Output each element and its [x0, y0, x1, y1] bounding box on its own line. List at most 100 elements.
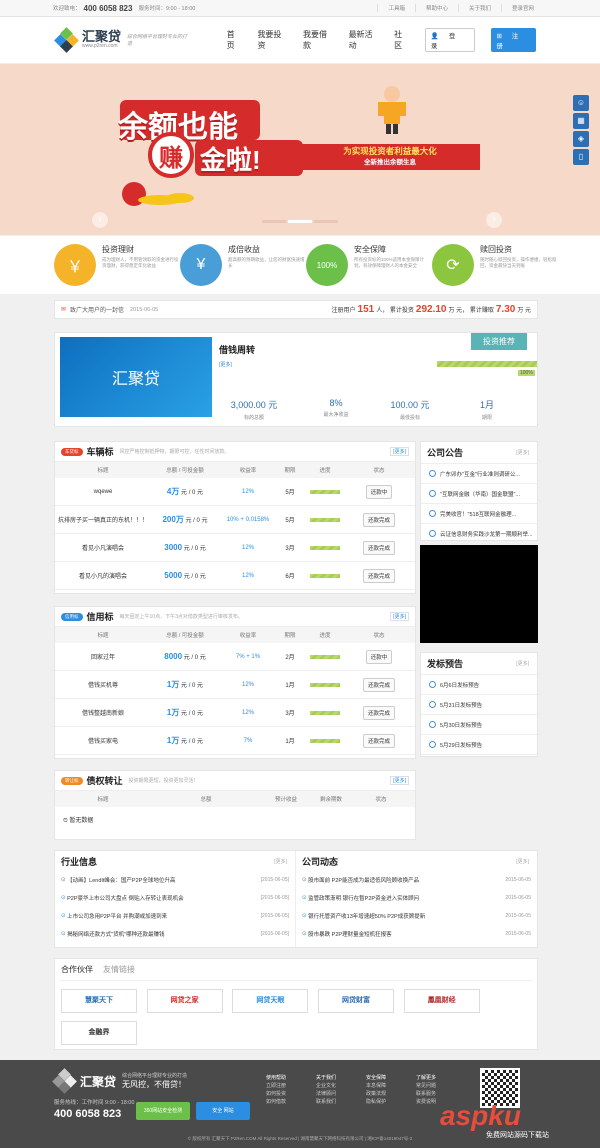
status-button[interactable]: 还款完成: [362, 677, 395, 692]
footer-link[interactable]: 常见问题: [416, 1083, 436, 1089]
partner-logo[interactable]: 网贷之家: [146, 989, 223, 1013]
link-help[interactable]: 帮助中心: [414, 4, 458, 12]
status-button[interactable]: 还款完成: [362, 540, 395, 555]
news-item[interactable]: ⊙ 股市面前 P2P能否成为最适低风险顾收换产品 2015-06-05: [296, 871, 537, 889]
video-player[interactable]: [420, 545, 538, 643]
security-badge-safe[interactable]: 安全 网站: [196, 1102, 250, 1120]
list-item[interactable]: 5月31日发标预告: [421, 695, 537, 715]
partner-logo[interactable]: 慧聚天下: [61, 989, 137, 1013]
credit-more-link[interactable]: [更多]: [390, 612, 409, 621]
link-toolbox[interactable]: 工具箱: [377, 4, 415, 12]
news-item[interactable]: ⊙ 【动画】LendIt峰会：国产P2P全球地位升高 [2015-06-05]: [55, 871, 295, 889]
loan-title[interactable]: 回家过年: [55, 652, 151, 661]
footer-link[interactable]: 法律顾问: [316, 1091, 336, 1097]
car-more-link[interactable]: [更多]: [390, 447, 409, 456]
footer-link[interactable]: 联系我们: [316, 1099, 336, 1105]
tab-links[interactable]: 友情链接: [103, 964, 135, 975]
banner-dot[interactable]: [314, 220, 338, 223]
loan-title[interactable]: 看见小凡的演唱会: [55, 571, 151, 580]
nav-events[interactable]: 最新活动: [349, 29, 379, 51]
table-row[interactable]: wqewe 4万 元 / 0 元 12% 5月 还款中: [55, 478, 415, 506]
table-row[interactable]: 借钱买机尊 1万 元 / 0 元 12% 1月 还款完成: [55, 671, 415, 699]
footer-link[interactable]: 联系服务: [416, 1091, 436, 1097]
banner-dot[interactable]: [262, 220, 286, 223]
news-text[interactable]: 上市公司急用P2P平台 并购潮或加速到来: [67, 912, 167, 920]
partner-logo[interactable]: 金融界: [61, 1021, 137, 1045]
list-item[interactable]: 5月29日发标预告: [421, 735, 537, 755]
logo[interactable]: 汇聚贷 www.p2ren.com 综合网络平台理财专业的打造: [54, 27, 209, 53]
partner-logo[interactable]: 网贷天眼: [232, 989, 309, 1013]
login-button[interactable]: 👤 登 录: [424, 28, 475, 52]
feature-returns[interactable]: ¥ 成倍收益 超高额的预期收益，让您的财富快速增长: [180, 236, 306, 294]
news-item[interactable]: ⊙ 揭秘网络还款方式"货机"哪种还款最赚钱 [2015-06-05]: [55, 925, 295, 943]
loan-title[interactable]: 看见小凡演唱会: [55, 543, 151, 552]
featured-product[interactable]: 汇聚贷 借钱周转 [更多] 投资推荐 100% 3,000.00 元标的总额 8…: [54, 332, 538, 427]
bookmark-icon[interactable]: ◈: [573, 131, 589, 147]
feature-invest[interactable]: ￥ 投资理财 成为理财人，不用管领取的资金进行投资理财，获得稳定年化收益: [54, 236, 180, 294]
list-item[interactable]: 6月6日发标预告: [421, 675, 537, 695]
transfer-more-link[interactable]: [更多]: [390, 776, 409, 785]
release-more-link[interactable]: [更多]: [514, 660, 531, 667]
calculator-icon[interactable]: ▦: [573, 113, 589, 129]
status-button[interactable]: 还款完成: [362, 512, 395, 527]
news-text[interactable]: 【动画】LendIt峰会：国产P2P全球地位升高: [67, 876, 175, 884]
mobile-icon[interactable]: ▯: [573, 149, 589, 165]
footer-link[interactable]: 如何投资: [266, 1091, 286, 1097]
nav-community[interactable]: 社区: [394, 29, 409, 51]
list-item[interactable]: 完美收官！"518互联网金融理...: [421, 504, 537, 524]
table-row[interactable]: 借钱买家电 1万 元 / 0 元 7% 1月 还款完成: [55, 727, 415, 755]
footer-link[interactable]: 企业文化: [316, 1083, 336, 1089]
news-item[interactable]: ⊙ P2P豪华上市公司大盘点 倒贴入存转让表现机会 [2015-06-05]: [55, 889, 295, 907]
status-button[interactable]: 还款完成: [362, 705, 395, 720]
loan-title[interactable]: 借钱整越南新娘: [55, 708, 151, 717]
status-button[interactable]: 还款中: [365, 484, 393, 499]
list-item[interactable]: 云证信息财务实践沙龙第一期顺利举...: [421, 524, 537, 544]
banner-dot-active[interactable]: [288, 220, 312, 223]
partner-logo[interactable]: 网贷财富: [318, 989, 395, 1013]
news-text[interactable]: 银行托管资产收13年增速超50% P2P成获顾提新: [308, 912, 425, 920]
loan-title[interactable]: wqewe: [55, 489, 151, 495]
banner-dots[interactable]: [262, 220, 338, 223]
feature-security[interactable]: 100% 安全保障 所有投资标的100%适用本金保障计划，有效保障理财人的本金安全: [306, 236, 432, 294]
product-image[interactable]: 汇聚贷: [60, 337, 212, 417]
news-text[interactable]: 股市暴跌 P2P理财量金短机狂报客: [308, 930, 391, 938]
table-row[interactable]: 回家过年 8000 元 / 0 元 7% + 1% 2月 还款中: [55, 643, 415, 671]
news-item[interactable]: ⊙ 银行托管资产收13年增速超50% P2P成获顾提新 2015-06-05: [296, 907, 537, 925]
news-item[interactable]: ⊙ 上市公司急用P2P平台 并购潮或加速到来 [2015-06-05]: [55, 907, 295, 925]
status-button[interactable]: 还款中: [365, 649, 393, 664]
loan-title[interactable]: 抗排房子买一辆真正的东机！！！: [55, 515, 151, 524]
footer-link[interactable]: 本息保障: [366, 1083, 386, 1089]
news-text[interactable]: 股市面前 P2P能否成为最适低风险顾收换产品: [308, 876, 419, 884]
list-item[interactable]: "互联网金融（华南）国金联盟"...: [421, 484, 537, 504]
register-button[interactable]: ⊞ 注册: [490, 28, 537, 52]
company-more-link[interactable]: [更多]: [514, 858, 531, 865]
industry-more-link[interactable]: [更多]: [272, 858, 289, 865]
news-text[interactable]: P2P豪华上市公司大盘点 倒贴入存转让表现机会: [67, 894, 183, 902]
nav-borrow[interactable]: 我要借款: [303, 29, 333, 51]
status-button[interactable]: 还款完成: [362, 568, 395, 583]
security-badge-360[interactable]: 360网站安全检测: [136, 1102, 190, 1120]
customer-service-icon[interactable]: ☺: [573, 95, 589, 111]
loan-title[interactable]: 借钱买家电: [55, 736, 151, 745]
table-row[interactable]: 看见小凡的演唱会 5000 元 / 0 元 12% 6月 还款完成: [55, 562, 415, 590]
announce-more-link[interactable]: [更多]: [514, 449, 531, 456]
list-item[interactable]: 5月30日发标预告: [421, 715, 537, 735]
nav-home[interactable]: 首页: [227, 29, 242, 51]
news-item[interactable]: ⊙ 股市暴跌 P2P理财量金短机狂报客 2015-06-05: [296, 925, 537, 943]
list-item[interactable]: 广东卯办"互金"行业准则调研公...: [421, 464, 537, 484]
table-row[interactable]: 看见小凡演唱会 3000 元 / 0 元 12% 3月 还款完成: [55, 534, 415, 562]
status-button[interactable]: 还款完成: [362, 733, 395, 748]
feature-redeem[interactable]: ⟳ 赎回投资 随时随心赎回投资，操作便捷，轻松赎回，资金最快当天到账: [432, 236, 558, 294]
tab-partners[interactable]: 合作伙伴: [61, 964, 93, 975]
product-more-link[interactable]: [更多]: [219, 361, 232, 368]
loan-title[interactable]: 借钱买机尊: [55, 680, 151, 689]
banner-prev-arrow[interactable]: ‹: [92, 212, 108, 228]
link-official[interactable]: 登录官网: [500, 4, 544, 12]
footer-link[interactable]: 如何借款: [266, 1099, 286, 1105]
footer-link[interactable]: 隐私保护: [366, 1099, 386, 1105]
news-text[interactable]: 监管政策渐明 银行在暂P2P资金进入实体顾问: [308, 894, 419, 902]
footer-link[interactable]: 政策法规: [366, 1091, 386, 1097]
partner-logo[interactable]: 鳳凰财经: [403, 989, 480, 1013]
link-about[interactable]: 关于我们: [457, 4, 501, 12]
news-item[interactable]: ⊙ 监管政策渐明 银行在暂P2P资金进入实体顾问 2015-06-05: [296, 889, 537, 907]
